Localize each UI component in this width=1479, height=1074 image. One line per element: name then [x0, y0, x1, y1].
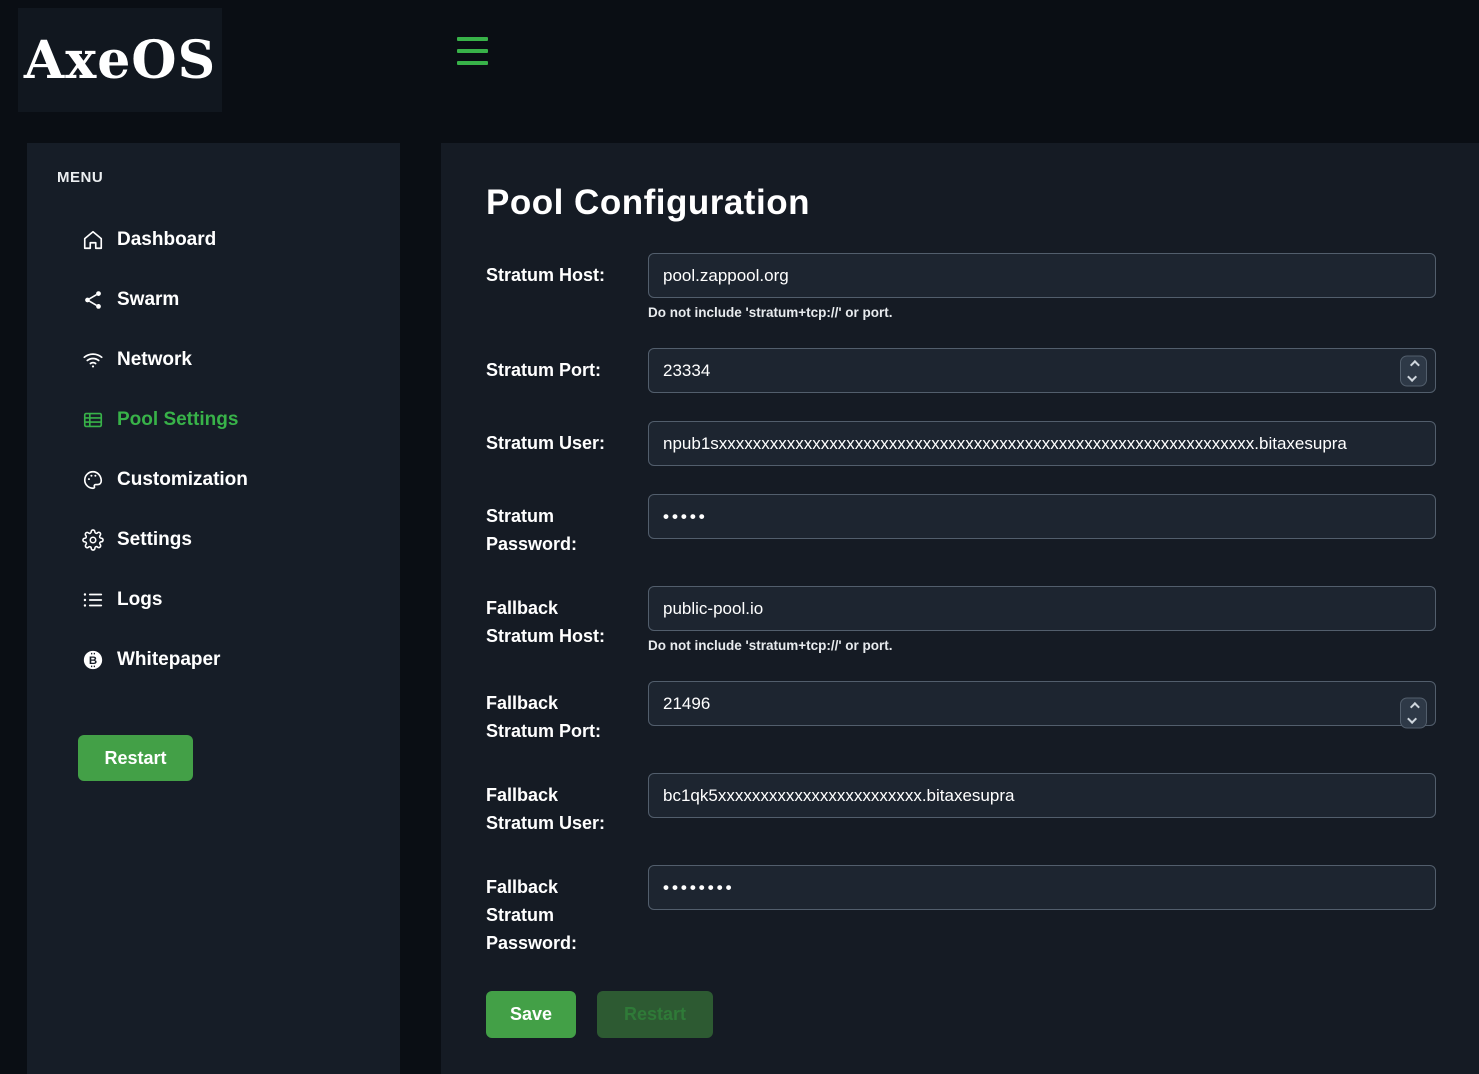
fallback-stratum-port-label: Fallback Stratum Port: [486, 681, 626, 745]
sidebar-item-label: Settings [117, 529, 192, 551]
chevron-down-icon [1407, 372, 1417, 382]
hamburger-bar [457, 49, 488, 53]
sidebar-item-label: Whitepaper [117, 649, 220, 671]
stratum-host-input[interactable] [648, 253, 1436, 298]
sidebar-nav: Dashboard Swarm Network Pool Settings [27, 210, 400, 690]
bitcoin-icon: B [82, 649, 104, 671]
form-restart-button[interactable]: Restart [597, 991, 713, 1038]
stratum-password-label: Stratum Password: [486, 494, 626, 558]
home-icon [82, 229, 104, 251]
stratum-user-input[interactable] [648, 421, 1436, 466]
fallback-stratum-user-label: Fallback Stratum User: [486, 773, 626, 837]
app-logo-text: AxeOS [24, 30, 216, 91]
sidebar: MENU Dashboard Swarm Network [27, 143, 400, 1074]
hamburger-menu-button[interactable] [457, 37, 488, 65]
sidebar-item-pool-settings[interactable]: Pool Settings [27, 390, 400, 450]
list-icon [82, 589, 104, 611]
sidebar-item-whitepaper[interactable]: B Whitepaper [27, 630, 400, 690]
stratum-host-row: Stratum Host: Do not include 'stratum+tc… [486, 253, 1436, 320]
fallback-stratum-password-row: Fallback Stratum Password: [486, 865, 1436, 957]
fallback-stratum-host-row: Fallback Stratum Host: Do not include 's… [486, 586, 1436, 653]
sidebar-restart-button[interactable]: Restart [78, 735, 193, 781]
fallback-stratum-user-input[interactable] [648, 773, 1436, 818]
app-header: AxeOS [0, 0, 1479, 143]
save-button[interactable]: Save [486, 991, 576, 1038]
sidebar-item-label: Network [117, 349, 192, 371]
chevron-up-icon [1410, 360, 1420, 370]
sidebar-item-label: Dashboard [117, 229, 216, 251]
fallback-stratum-user-row: Fallback Stratum User: [486, 773, 1436, 837]
fallback-stratum-host-hint: Do not include 'stratum+tcp://' or port. [648, 638, 1436, 653]
menu-heading: MENU [27, 169, 400, 186]
stratum-port-stepper[interactable] [1400, 355, 1427, 386]
main-panel: Pool Configuration Stratum Host: Do not … [441, 143, 1479, 1074]
svg-text:B: B [89, 655, 97, 667]
sidebar-item-settings[interactable]: Settings [27, 510, 400, 570]
sidebar-item-network[interactable]: Network [27, 330, 400, 390]
fallback-stratum-port-row: Fallback Stratum Port: [486, 681, 1436, 745]
palette-icon [82, 469, 104, 491]
stratum-port-input[interactable] [648, 348, 1436, 393]
sidebar-item-label: Swarm [117, 289, 179, 311]
fallback-stratum-host-label: Fallback Stratum Host: [486, 586, 626, 653]
stratum-host-label: Stratum Host: [486, 253, 626, 320]
stratum-password-input[interactable] [648, 494, 1436, 539]
share-nodes-icon [82, 289, 104, 311]
table-icon [82, 409, 104, 431]
wifi-icon [82, 349, 104, 371]
fallback-stratum-password-input[interactable] [648, 865, 1436, 910]
app-logo[interactable]: AxeOS [18, 8, 222, 112]
chevron-up-icon [1410, 702, 1420, 712]
sidebar-item-customization[interactable]: Customization [27, 450, 400, 510]
page-title: Pool Configuration [486, 183, 1436, 223]
hamburger-bar [457, 61, 488, 65]
stratum-port-label: Stratum Port: [486, 348, 626, 393]
gear-icon [82, 529, 104, 551]
pool-configuration-form: Stratum Host: Do not include 'stratum+tc… [486, 253, 1436, 1068]
stratum-password-row: Stratum Password: [486, 494, 1436, 558]
sidebar-item-logs[interactable]: Logs [27, 570, 400, 630]
sidebar-item-label: Customization [117, 469, 248, 491]
fallback-stratum-host-input[interactable] [648, 586, 1436, 631]
sidebar-item-label: Pool Settings [117, 409, 238, 431]
hamburger-bar [457, 37, 488, 41]
stratum-user-row: Stratum User: [486, 421, 1436, 466]
fallback-stratum-port-input[interactable] [648, 681, 1436, 726]
stratum-host-hint: Do not include 'stratum+tcp://' or port. [648, 305, 1436, 320]
fallback-stratum-password-label: Fallback Stratum Password: [486, 865, 626, 957]
chevron-down-icon [1407, 714, 1417, 724]
sidebar-item-swarm[interactable]: Swarm [27, 270, 400, 330]
sidebar-item-dashboard[interactable]: Dashboard [27, 210, 400, 270]
stratum-port-row: Stratum Port: [486, 348, 1436, 393]
stratum-user-label: Stratum User: [486, 421, 626, 466]
fallback-stratum-port-stepper[interactable] [1400, 698, 1427, 729]
sidebar-item-label: Logs [117, 589, 162, 611]
form-buttons: Save Restart [486, 991, 1436, 1068]
